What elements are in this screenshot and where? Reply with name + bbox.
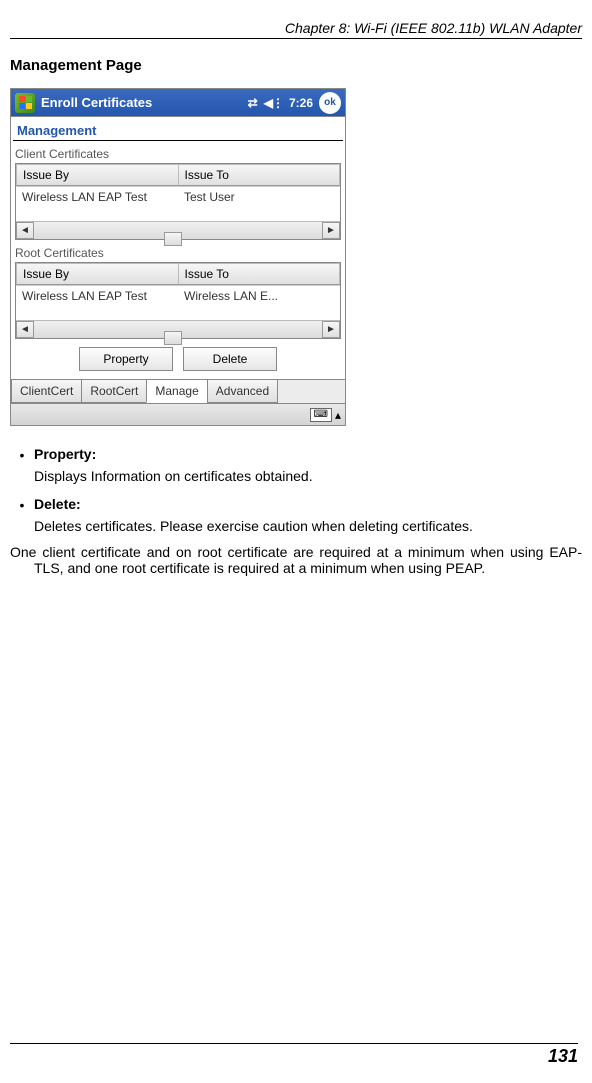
clock-time[interactable]: 7:26 [289,96,313,110]
delete-button[interactable]: Delete [183,347,277,371]
scroll-left-icon[interactable]: ◄ [16,321,34,338]
client-certificates-group: Client Certificates Issue By Issue To Wi… [15,147,341,240]
ok-button[interactable]: ok [319,92,341,114]
bullet-delete-desc: Deletes certificates. Please exercise ca… [34,518,582,534]
windows-flag-icon [19,96,32,109]
bullet-dot-icon: • [10,496,34,512]
final-paragraph: One client certificate and on root certi… [10,544,582,576]
bullet-property-desc: Displays Information on certificates obt… [34,468,582,484]
column-issue-to[interactable]: Issue To [178,164,341,186]
scroll-right-icon[interactable]: ► [322,321,340,338]
window-title: Enroll Certificates [41,95,248,110]
section-title: Management Page [10,57,582,74]
table-row[interactable]: Wireless LAN EAP Test Wireless LAN E... [16,286,340,306]
column-issue-to[interactable]: Issue To [178,263,341,285]
bullet-property: • Property: [10,446,582,462]
tab-rootcert[interactable]: RootCert [81,380,147,403]
tab-bar: ClientCert RootCert Manage Advanced [11,379,345,403]
client-certs-label: Client Certificates [15,147,341,161]
speaker-icon[interactable]: ◀⋮ [264,96,283,110]
bullet-delete-title: Delete: [34,496,81,512]
management-heading: Management [13,117,343,141]
sip-arrow-icon[interactable]: ▴ [335,408,341,422]
start-menu-icon[interactable] [15,93,35,113]
client-certs-scrollbar[interactable]: ◄ ► [16,221,340,239]
connectivity-icon[interactable]: ⇄ [248,96,258,110]
cell-issue-by: Wireless LAN EAP Test [16,187,178,207]
client-certs-list[interactable]: Issue By Issue To Wireless LAN EAP Test … [15,163,341,240]
property-button[interactable]: Property [79,347,173,371]
bullet-delete: • Delete: [10,496,582,512]
tab-clientcert[interactable]: ClientCert [11,380,82,403]
cell-issue-by: Wireless LAN EAP Test [16,286,178,306]
scroll-right-icon[interactable]: ► [322,222,340,239]
bullet-property-title: Property: [34,446,96,462]
page-number: 131 [10,1043,578,1067]
scroll-thumb[interactable] [164,331,182,345]
root-certs-label: Root Certificates [15,246,341,260]
cell-issue-to: Test User [178,187,340,207]
root-certs-header: Issue By Issue To [16,263,340,286]
embedded-screenshot: Enroll Certificates ⇄ ◀⋮ 7:26 ok Managem… [10,88,346,426]
client-certs-header: Issue By Issue To [16,164,340,187]
button-row: Property Delete [11,347,345,371]
tab-manage[interactable]: Manage [146,380,207,403]
root-certs-list[interactable]: Issue By Issue To Wireless LAN EAP Test … [15,262,341,339]
column-issue-by[interactable]: Issue By [16,263,178,285]
chapter-header: Chapter 8: Wi-Fi (IEEE 802.11b) WLAN Ada… [10,20,582,39]
column-issue-by[interactable]: Issue By [16,164,178,186]
cell-issue-to: Wireless LAN E... [178,286,340,306]
scroll-thumb[interactable] [164,232,182,246]
root-certificates-group: Root Certificates Issue By Issue To Wire… [15,246,341,339]
scroll-left-icon[interactable]: ◄ [16,222,34,239]
table-row[interactable]: Wireless LAN EAP Test Test User [16,187,340,207]
body-text: • Property: Displays Information on cert… [10,446,582,576]
bottom-toolbar: ⌨ ▴ [11,403,345,425]
bullet-dot-icon: • [10,446,34,462]
keyboard-icon[interactable]: ⌨ [310,408,332,422]
window-titlebar: Enroll Certificates ⇄ ◀⋮ 7:26 ok [11,89,345,117]
titlebar-status-icons: ⇄ ◀⋮ 7:26 ok [248,92,341,114]
tab-advanced[interactable]: Advanced [207,380,278,403]
root-certs-scrollbar[interactable]: ◄ ► [16,320,340,338]
